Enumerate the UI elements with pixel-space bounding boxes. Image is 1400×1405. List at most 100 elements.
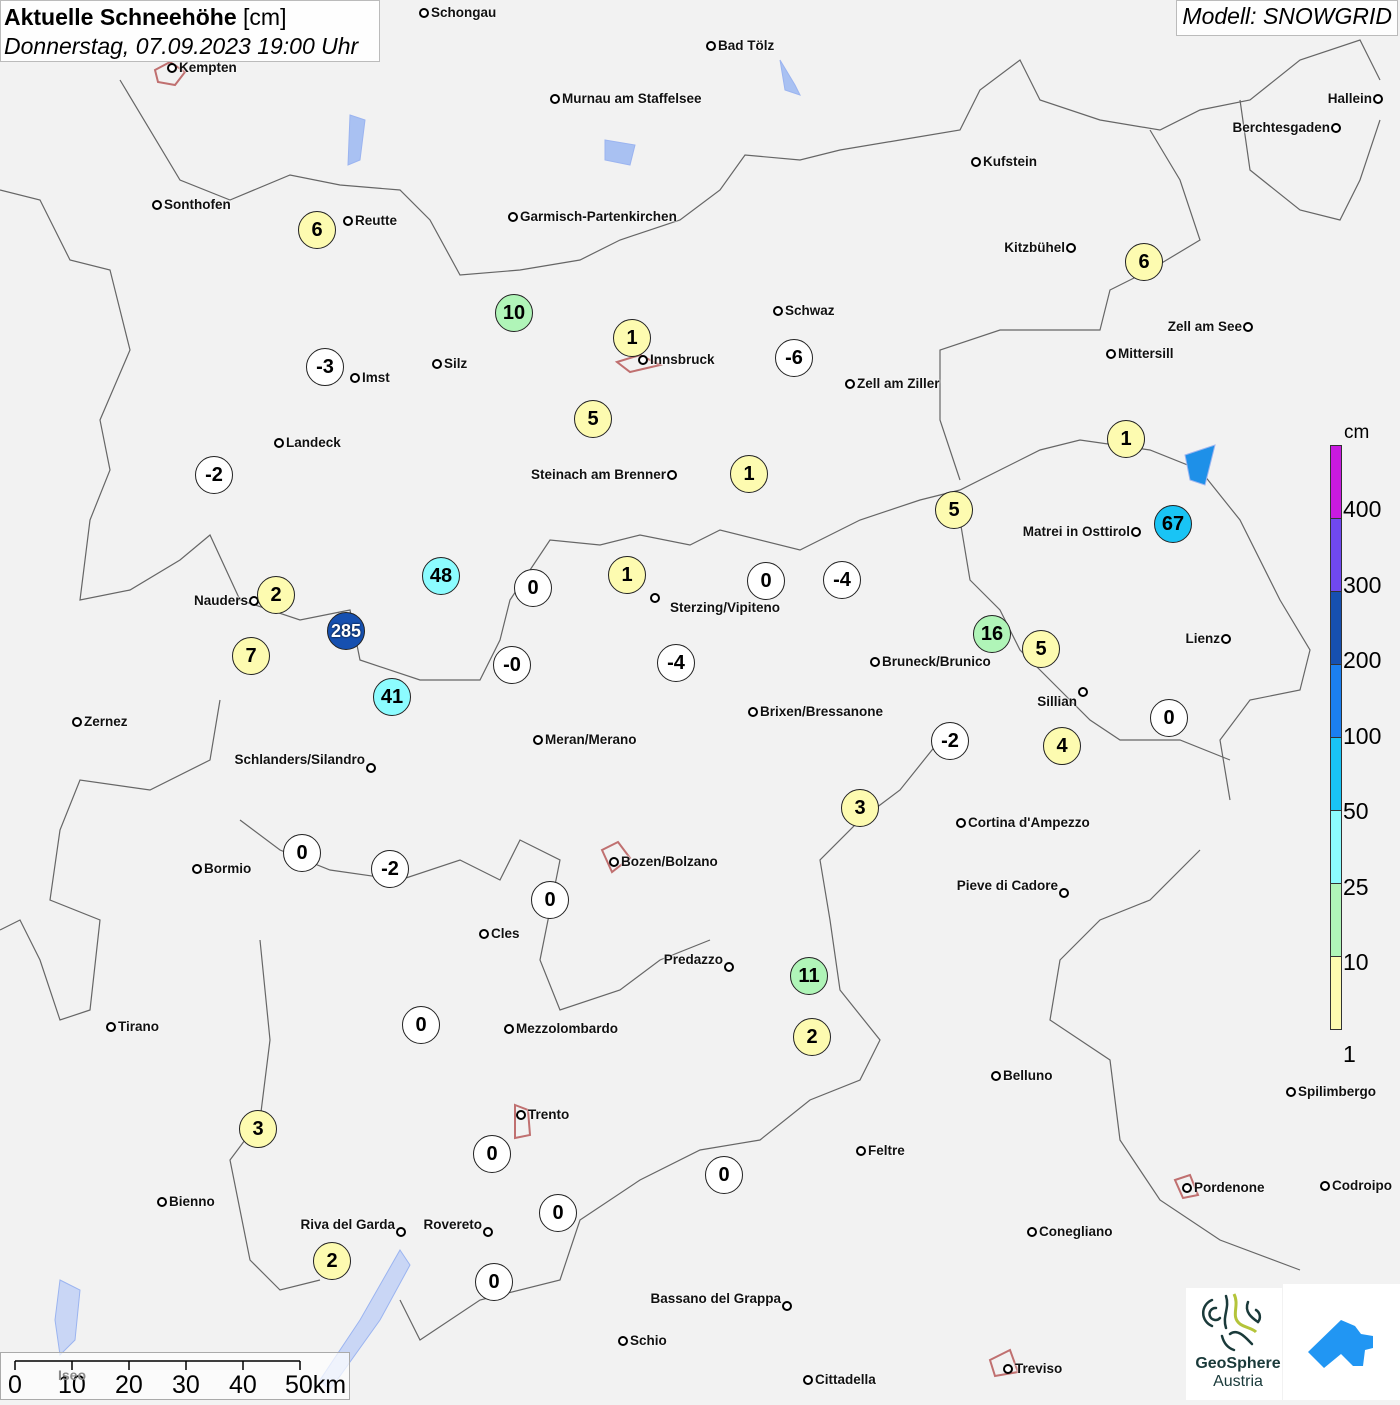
legend-swatch: [1330, 664, 1342, 738]
city-marker-icon: [667, 470, 677, 480]
scale-label: 40: [229, 1371, 257, 1399]
city-label: Kempten: [179, 60, 237, 75]
snow-depth-marker: 3: [841, 789, 879, 827]
city-label: Pordenone: [1194, 1180, 1265, 1195]
city-marker-icon: [343, 216, 353, 226]
city-marker-icon: [1066, 243, 1076, 253]
legend-label: 200: [1343, 647, 1382, 673]
city-marker-icon: [516, 1110, 526, 1120]
legend-unit: cm: [1344, 422, 1370, 443]
city-marker-icon: [856, 1146, 866, 1156]
snow-depth-marker: 0: [473, 1135, 511, 1173]
snow-depth-marker: 1: [608, 556, 646, 594]
city-marker-icon: [1182, 1183, 1192, 1193]
city-label: Schongau: [431, 5, 497, 20]
legend-label: 400: [1343, 496, 1382, 522]
snow-depth-marker: 1: [730, 455, 768, 493]
snow-depth-marker: 5: [1022, 630, 1060, 668]
city-label: Zell am See: [1167, 319, 1242, 334]
snow-depth-marker: 0: [475, 1263, 513, 1301]
city-label: Bad Tölz: [718, 38, 775, 53]
city-label: Cles: [491, 926, 520, 941]
city-marker-icon: [157, 1197, 167, 1207]
snow-depth-marker: -2: [195, 456, 233, 494]
city-label: Bienno: [169, 1194, 215, 1209]
city-marker-icon: [782, 1301, 792, 1311]
city-marker-icon: [870, 657, 880, 667]
city-label: Riva del Garda: [300, 1217, 395, 1232]
city-marker-icon: [350, 373, 360, 383]
snow-depth-marker: 2: [313, 1242, 351, 1280]
legend-swatch: [1330, 810, 1342, 884]
city-label: Kitzbühel: [1004, 240, 1065, 255]
legend-label: 10: [1343, 949, 1369, 975]
legend-label: 1: [1343, 1040, 1356, 1067]
city-label: Predazzo: [663, 952, 723, 967]
city-marker-icon: [419, 8, 429, 18]
city-label: Imst: [362, 370, 390, 385]
snow-depth-marker: 4: [1043, 727, 1081, 765]
snow-depth-marker: 0: [539, 1194, 577, 1232]
city-label: Murnau am Staffelsee: [562, 91, 702, 106]
snow-depth-marker: 6: [298, 211, 336, 249]
city-marker-icon: [106, 1022, 116, 1032]
city-marker-icon: [274, 438, 284, 448]
city-marker-icon: [1059, 888, 1069, 898]
city-marker-icon: [1078, 687, 1088, 697]
city-marker-icon: [483, 1227, 493, 1237]
faint-town-label: Iseo: [58, 1367, 87, 1383]
city-marker-icon: [618, 1336, 628, 1346]
city-label: Kufstein: [983, 154, 1037, 169]
legend-swatch: [1330, 445, 1342, 519]
city-marker-icon: [504, 1024, 514, 1034]
city-label: Meran/Merano: [545, 732, 637, 747]
snow-depth-marker: -4: [823, 561, 861, 599]
city-marker-icon: [991, 1071, 1001, 1081]
city-marker-icon: [152, 200, 162, 210]
city-label: Conegliano: [1039, 1224, 1113, 1239]
title-unit: [cm]: [243, 4, 287, 30]
city-label: Spilimbergo: [1298, 1084, 1377, 1099]
city-label: Trento: [528, 1107, 570, 1122]
city-marker-icon: [72, 717, 82, 727]
city-marker-icon: [803, 1375, 813, 1385]
snow-depth-marker: 1: [613, 319, 651, 357]
snow-depth-marker: 5: [574, 400, 612, 438]
snow-depth-marker: -2: [931, 722, 969, 760]
geosphere-name: GeoSphere: [1195, 1355, 1281, 1372]
snow-depth-marker: 0: [747, 562, 785, 600]
snow-depth-marker: 1: [1107, 420, 1145, 458]
city-label: Schwaz: [785, 303, 835, 318]
city-label: Sonthofen: [164, 197, 231, 212]
snow-depth-marker: -2: [371, 850, 409, 888]
city-marker-icon: [724, 962, 734, 972]
legend-label: 300: [1343, 571, 1382, 598]
city-marker-icon: [1027, 1227, 1037, 1237]
snow-depth-marker: 10: [495, 294, 533, 332]
city-marker-icon: [1003, 1364, 1013, 1374]
city-marker-icon: [638, 355, 648, 365]
legend-label: 50: [1343, 798, 1369, 824]
city-marker-icon: [550, 94, 560, 104]
scale-label: 0: [8, 1371, 22, 1399]
city-marker-icon: [396, 1227, 406, 1237]
scale-label: 30: [172, 1371, 200, 1399]
city-marker-icon: [533, 735, 543, 745]
legend-swatch: [1330, 518, 1342, 592]
city-label: Bozen/Bolzano: [621, 854, 718, 869]
city-label: Bormio: [204, 861, 252, 876]
geosphere-logo-icon: [1202, 1293, 1262, 1352]
geosphere-sub: Austria: [1213, 1373, 1263, 1390]
city-label: Tirano: [118, 1019, 160, 1034]
map-title: Aktuelle Schneehöhe: [4, 4, 237, 30]
snow-depth-marker: 3: [239, 1110, 277, 1148]
legend-swatch: [1330, 883, 1342, 957]
city-marker-icon: [167, 63, 177, 73]
snow-depth-marker: 48: [422, 557, 460, 595]
snow-depth-marker: 41: [373, 678, 411, 716]
snow-depth-marker: -4: [657, 644, 695, 682]
legend-label: 100: [1343, 722, 1382, 749]
city-label: Cittadella: [815, 1372, 876, 1387]
city-label: Belluno: [1003, 1068, 1053, 1083]
snow-depth-marker: -0: [493, 646, 531, 684]
